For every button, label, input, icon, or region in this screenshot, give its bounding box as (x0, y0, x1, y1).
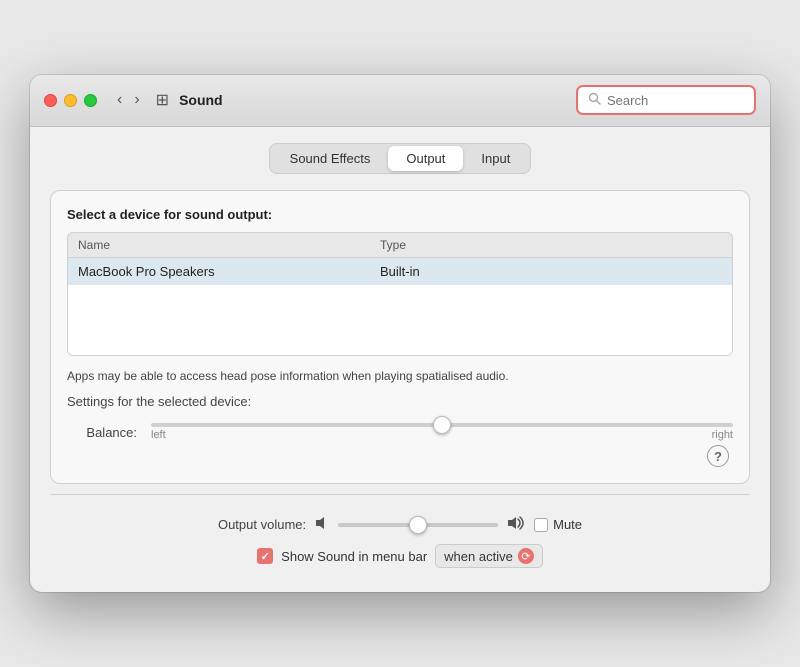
table-empty-area (68, 285, 732, 355)
maximize-button[interactable] (84, 94, 97, 107)
col-header-type: Type (380, 238, 682, 252)
balance-left-label: left (151, 429, 166, 441)
tabs: Sound Effects Output Input (269, 143, 532, 174)
tabs-container: Sound Effects Output Input (50, 143, 750, 174)
device-extra (682, 264, 722, 279)
window-title: Sound (179, 92, 223, 108)
divider (50, 494, 750, 495)
show-sound-checkbox[interactable] (257, 548, 273, 564)
tab-sound-effects[interactable]: Sound Effects (272, 146, 389, 171)
info-text: Apps may be able to access head pose inf… (67, 368, 733, 385)
minimize-button[interactable] (64, 94, 77, 107)
balance-slider-labels: left right (151, 429, 733, 441)
col-header-name: Name (78, 238, 380, 252)
traffic-lights (44, 94, 97, 107)
search-box (576, 85, 756, 115)
main-window: ‹ › ⊞ Sound Sound Effects Output Input (30, 75, 770, 593)
balance-row: Balance: left right (67, 423, 733, 441)
settings-label: Settings for the selected device: (67, 394, 733, 409)
output-volume-slider[interactable] (338, 523, 498, 527)
output-panel: Select a device for sound output: Name T… (50, 190, 750, 485)
help-row: ? (67, 445, 733, 467)
search-input[interactable] (607, 93, 744, 108)
mute-checkbox[interactable] (534, 518, 548, 532)
device-type: Built-in (380, 264, 682, 279)
col-header-extra (682, 238, 722, 252)
volume-label: Output volume: (218, 517, 306, 532)
when-active-button[interactable]: when active (435, 544, 543, 568)
tab-input[interactable]: Input (463, 146, 528, 171)
device-table: Name Type MacBook Pro Speakers Built-in (67, 232, 733, 356)
section-title: Select a device for sound output: (67, 207, 733, 222)
back-button[interactable]: ‹ (113, 90, 126, 110)
balance-label: Balance: (67, 425, 137, 440)
balance-right-label: right (712, 429, 733, 441)
grid-icon[interactable]: ⊞ (156, 90, 169, 110)
mute-label: Mute (553, 517, 582, 532)
forward-button[interactable]: › (130, 90, 143, 110)
nav-buttons: ‹ › (113, 90, 144, 110)
when-active-text: when active (444, 549, 513, 564)
device-name: MacBook Pro Speakers (78, 264, 380, 279)
close-button[interactable] (44, 94, 57, 107)
balance-slider[interactable] (151, 423, 733, 427)
bottom-section: Output volume: Mute (50, 501, 750, 572)
mute-row: Mute (534, 517, 582, 532)
content-area: Sound Effects Output Input Select a devi… (30, 127, 770, 593)
table-row[interactable]: MacBook Pro Speakers Built-in (68, 258, 732, 285)
menubar-row: Show Sound in menu bar when active (257, 544, 543, 568)
volume-low-icon (314, 515, 330, 534)
volume-high-icon (506, 515, 526, 534)
help-button[interactable]: ? (707, 445, 729, 467)
tab-output[interactable]: Output (388, 146, 463, 171)
titlebar: ‹ › ⊞ Sound (30, 75, 770, 127)
when-active-chevron-icon (518, 548, 534, 564)
volume-row: Output volume: Mute (218, 515, 582, 534)
balance-slider-container: left right (151, 423, 733, 441)
menubar-text: Show Sound in menu bar (281, 549, 427, 564)
table-header: Name Type (68, 233, 732, 258)
search-icon (588, 92, 601, 108)
